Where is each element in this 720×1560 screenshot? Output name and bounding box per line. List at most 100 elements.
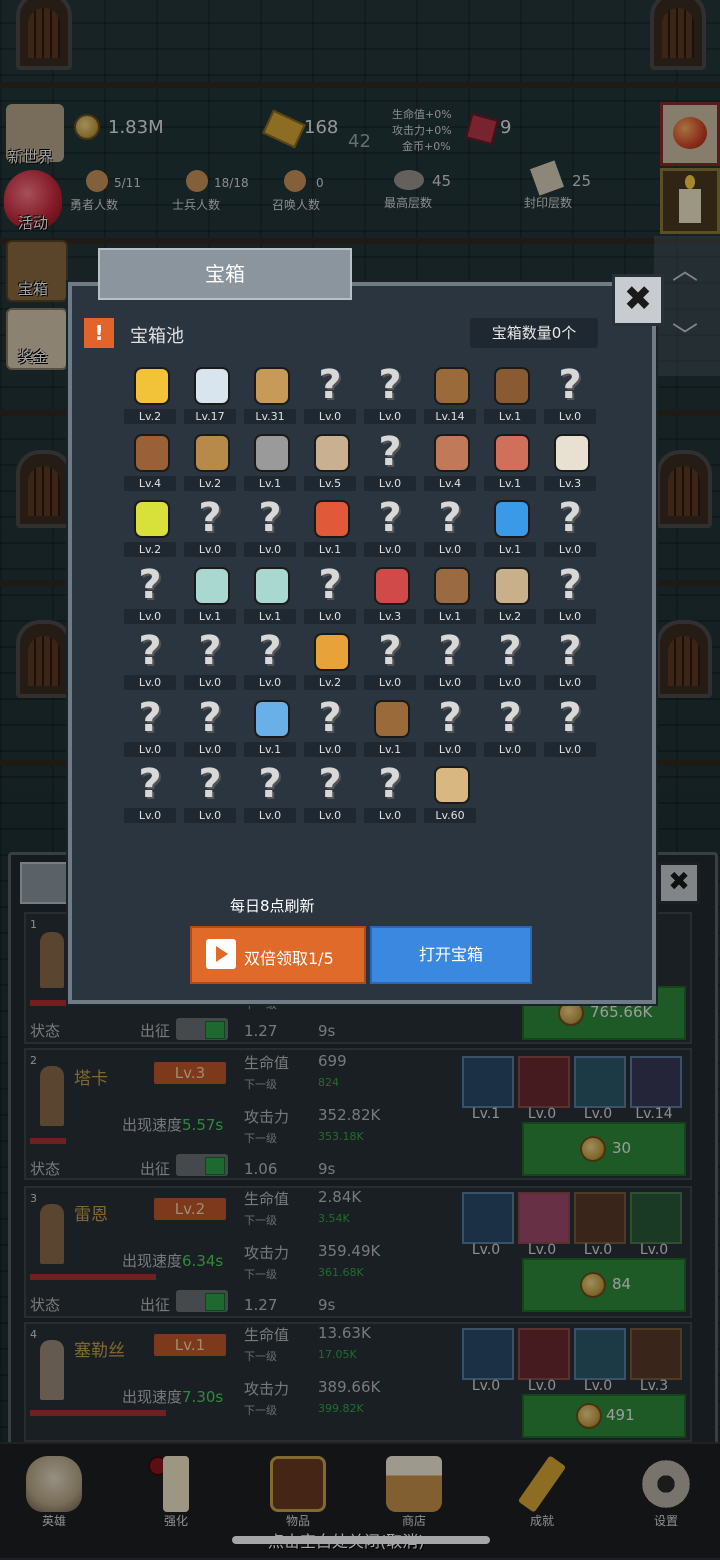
item-level: Lv.1	[244, 741, 296, 757]
chest-item[interactable]: Lv.4	[120, 429, 180, 495]
item-level: Lv.0	[124, 608, 176, 624]
chest-item[interactable]: Lv.3	[540, 429, 600, 495]
item-level: Lv.0	[184, 808, 236, 823]
chest-count: 宝箱数量0个	[470, 318, 598, 348]
chest-item[interactable]: ? Lv.0	[300, 362, 360, 428]
crown-icon	[127, 362, 173, 408]
chest-item[interactable]: ? Lv.0	[360, 429, 420, 495]
chest-item[interactable]: ? Lv.0	[240, 495, 300, 561]
item-level: Lv.0	[184, 675, 236, 690]
item-level: Lv.2	[124, 542, 176, 557]
item-level: Lv.0	[304, 409, 356, 424]
unknown-icon: ?	[138, 628, 162, 674]
chest-item[interactable]: Lv.60	[420, 761, 480, 827]
unknown-icon: ?	[498, 628, 522, 674]
item-level: Lv.2	[124, 409, 176, 424]
chest-item[interactable]: Lv.2	[480, 562, 540, 628]
chest-item[interactable]: ? Lv.0	[180, 761, 240, 827]
chest-item[interactable]: ? Lv.0	[360, 761, 420, 827]
item-level: Lv.0	[544, 608, 596, 624]
chest-item[interactable]: ? Lv.0	[240, 761, 300, 827]
chest-item[interactable]: Lv.31	[240, 362, 300, 428]
chest-item[interactable]: Lv.2	[120, 495, 180, 561]
refresh-note: 每日8点刷新	[230, 897, 315, 915]
item-level: Lv.1	[244, 608, 296, 624]
chest-item[interactable]: Lv.1	[420, 562, 480, 628]
unknown-icon: ?	[378, 428, 402, 475]
chest-item[interactable]: ? Lv.0	[540, 628, 600, 694]
chest-item[interactable]: Lv.1	[480, 429, 540, 495]
item-level: Lv.0	[124, 675, 176, 690]
chest-item[interactable]: ? Lv.0	[420, 495, 480, 561]
double-claim-button[interactable]: 双倍领取1/5	[190, 926, 366, 984]
leather-helmet-icon	[127, 429, 173, 475]
chest-item[interactable]: ? Lv.0	[480, 695, 540, 761]
chest-item[interactable]: Lv.2	[180, 429, 240, 495]
chest-item[interactable]: ? Lv.0	[540, 362, 600, 428]
item-level: Lv.1	[424, 608, 476, 624]
chest-item[interactable]: ? Lv.0	[300, 761, 360, 827]
chest-item[interactable]: ? Lv.0	[540, 695, 600, 761]
chest-item[interactable]: Lv.1	[180, 562, 240, 628]
unknown-icon: ?	[558, 561, 582, 608]
item-level: Lv.0	[244, 542, 296, 557]
modal-close-icon[interactable]: ✖	[612, 274, 664, 326]
item-level: Lv.1	[484, 475, 536, 491]
item-level: Lv.0	[484, 675, 536, 690]
chest-item[interactable]: Lv.5	[300, 429, 360, 495]
item-level: Lv.0	[424, 675, 476, 690]
chest-item[interactable]: ? Lv.0	[360, 495, 420, 561]
chest-item[interactable]: Lv.2	[120, 362, 180, 428]
knight-helmet-icon	[247, 429, 293, 475]
chest-item[interactable]: Lv.1	[240, 695, 300, 761]
open-chest-button[interactable]: 打开宝箱	[370, 926, 532, 984]
red-vial-icon	[367, 562, 413, 608]
big-backpack-icon	[367, 695, 413, 741]
video-icon	[206, 939, 236, 969]
chest-item[interactable]: ? Lv.0	[300, 695, 360, 761]
chest-item[interactable]: Lv.1	[300, 495, 360, 561]
chest-item[interactable]: Lv.1	[360, 695, 420, 761]
item-level: Lv.2	[184, 475, 236, 491]
chest-item[interactable]: ? Lv.0	[540, 495, 600, 561]
cloth-boot-icon	[487, 562, 533, 608]
item-level: Lv.0	[304, 741, 356, 757]
item-level: Lv.0	[364, 475, 416, 491]
unknown-icon: ?	[198, 694, 222, 741]
chest-item[interactable]: ? Lv.0	[360, 628, 420, 694]
unknown-icon: ?	[498, 694, 522, 741]
unknown-icon: ?	[558, 362, 582, 408]
chest-item[interactable]: ? Lv.0	[300, 562, 360, 628]
chest-item[interactable]: ? Lv.0	[180, 695, 240, 761]
chest-item[interactable]: ? Lv.0	[180, 495, 240, 561]
chest-item[interactable]: Lv.1	[480, 495, 540, 561]
unknown-icon: ?	[318, 362, 342, 408]
chest-item[interactable]: Lv.14	[420, 362, 480, 428]
chest-item[interactable]: ? Lv.0	[120, 695, 180, 761]
chest-item[interactable]: ? Lv.0	[480, 628, 540, 694]
chest-item[interactable]: Lv.1	[240, 429, 300, 495]
item-level: Lv.0	[424, 741, 476, 757]
chest-item[interactable]: ? Lv.0	[120, 628, 180, 694]
chest-item[interactable]: Lv.2	[300, 628, 360, 694]
item-level: Lv.14	[424, 409, 476, 424]
chest-item[interactable]: Lv.1	[240, 562, 300, 628]
double-claim-label: 双倍领取1/5	[244, 949, 334, 968]
chest-item[interactable]: ? Lv.0	[180, 628, 240, 694]
chest-item[interactable]: ? Lv.0	[120, 761, 180, 827]
chest-item[interactable]: ? Lv.0	[540, 562, 600, 628]
chest-item[interactable]: ? Lv.0	[120, 562, 180, 628]
chest-item[interactable]: ? Lv.0	[360, 362, 420, 428]
unknown-icon: ?	[378, 495, 402, 541]
item-level: Lv.2	[304, 675, 356, 690]
item-level: Lv.0	[304, 808, 356, 823]
chest-item[interactable]: Lv.4	[420, 429, 480, 495]
item-level: Lv.1	[364, 741, 416, 757]
chest-item[interactable]: ? Lv.0	[420, 695, 480, 761]
chest-item[interactable]: Lv.1	[480, 362, 540, 428]
chest-item[interactable]: ? Lv.0	[240, 628, 300, 694]
unknown-icon: ?	[558, 495, 582, 541]
chest-item[interactable]: Lv.3	[360, 562, 420, 628]
chest-item[interactable]: ? Lv.0	[420, 628, 480, 694]
chest-item[interactable]: Lv.17	[180, 362, 240, 428]
